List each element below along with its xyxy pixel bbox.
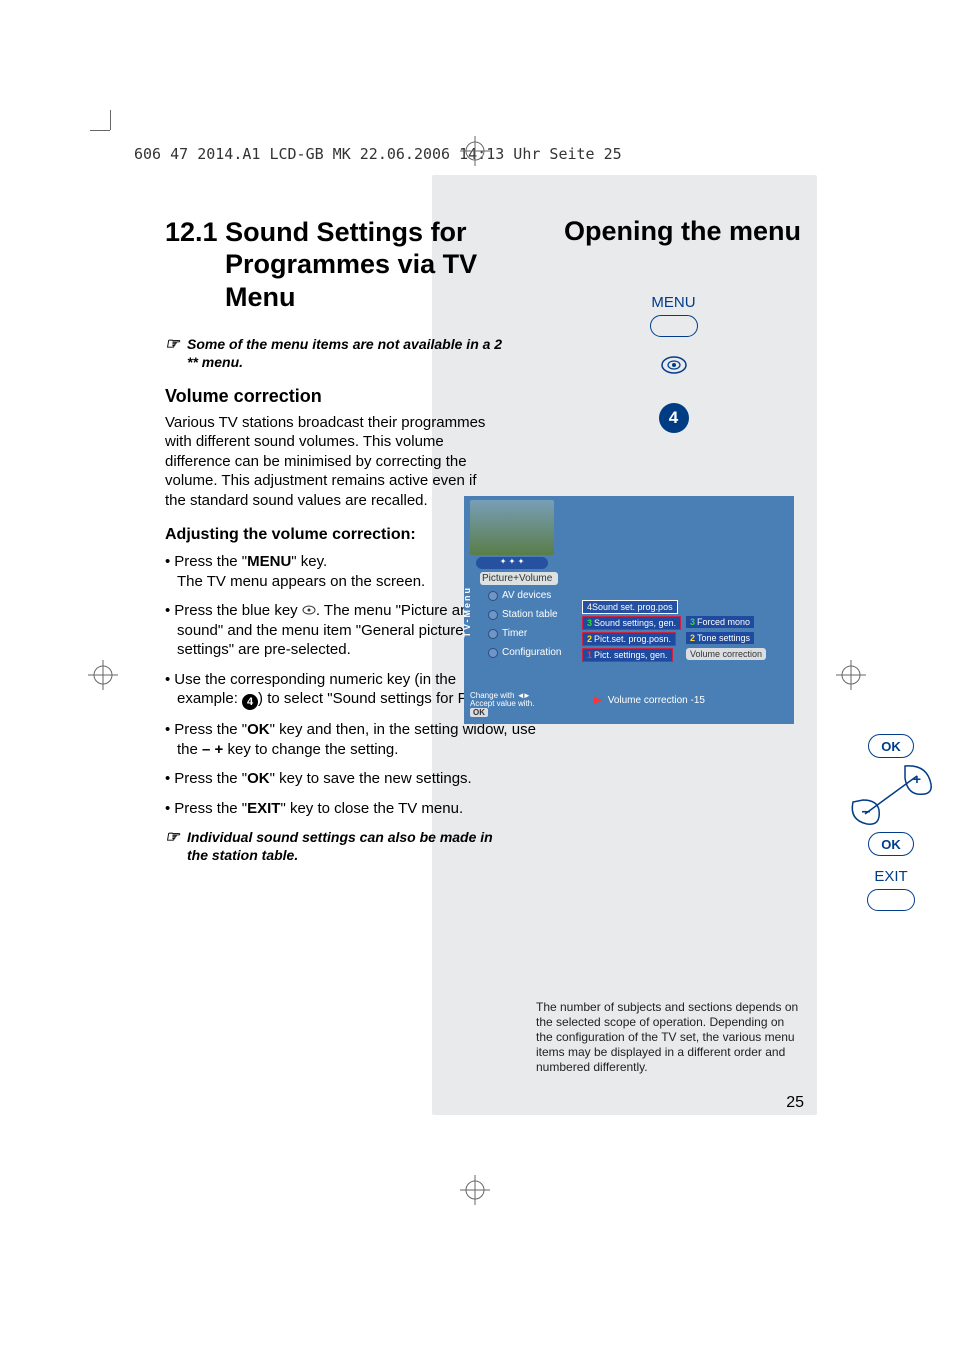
bullet-list: •Press the "MENU" key.The TV menu appear… — [165, 552, 487, 710]
list-item: •Press the "EXIT" key to close the TV me… — [165, 799, 553, 819]
submenu-item-active: Volume correction — [686, 648, 766, 660]
blue-key-icon — [660, 351, 688, 379]
list-item: •Press the "OK" key to save the new sett… — [165, 769, 553, 789]
menu-item: AV devices — [488, 590, 551, 601]
pointing-hand-icon: ☞ — [165, 335, 179, 356]
tv-menu-illustration: ✦ ✦ ✦ TV-Menu Picture+Volume AV devices … — [464, 496, 794, 724]
ok-button-icon: OK — [868, 832, 914, 856]
note2-text: Individual sound settings can also be ma… — [187, 829, 493, 863]
registration-mark-icon — [88, 660, 118, 695]
section-title: 12.1 Sound Settings for Programmes via T… — [165, 216, 535, 313]
status-line: ▶Volume correction -15 — [594, 695, 705, 706]
registration-mark-icon — [460, 1175, 490, 1210]
note-text: ☞ Individual sound settings can also be … — [187, 828, 509, 864]
play-arrow-icon: ▶ — [594, 695, 602, 706]
tv-footer: Change with ◄ ► Accept value with. OK — [470, 692, 534, 718]
section-number: 12.1 — [165, 217, 218, 247]
bullet-icon — [488, 591, 498, 601]
bullet-icon — [488, 648, 498, 658]
note1-text: Some of the menu items are not available… — [187, 336, 502, 370]
info-text: The number of subjects and sections depe… — [536, 1000, 799, 1075]
registration-mark-icon — [836, 660, 866, 695]
exit-label: EXIT — [836, 868, 946, 885]
title-line2: Programmes via TV Menu — [225, 248, 535, 313]
menu-item: Timer — [488, 628, 527, 639]
header-metadata: 606 47 2014.A1 LCD-GB MK 22.06.2006 14:1… — [134, 145, 622, 163]
right-column: MENU 4 — [546, 294, 801, 433]
list-item: •Use the corresponding numeric key (in t… — [165, 670, 487, 711]
submenu-item: 3Sound settings, gen. — [582, 616, 681, 630]
stars-icon: ✦ ✦ ✦ — [476, 557, 548, 569]
list-item: •Press the "OK" key and then, in the set… — [165, 720, 553, 759]
crop-mark — [90, 130, 110, 131]
blue-key-icon — [302, 603, 316, 617]
tv-menu-label: TV-Menu — [462, 586, 472, 638]
submenu-item: 2Tone settings — [686, 632, 754, 644]
submenu-item: 1Pict. settings, gen. — [582, 648, 673, 662]
ok-exit-diagram: OK + – OK EXIT — [836, 734, 946, 911]
exit-button-icon — [867, 889, 915, 911]
pointing-hand-icon: ☞ — [165, 828, 179, 849]
ok-button-icon: OK — [868, 734, 914, 758]
menu-button-icon — [650, 315, 698, 337]
submenu-item: 4Sound set. prog.pos — [582, 600, 678, 614]
ok-badge: OK — [470, 708, 488, 717]
list-item: •Press the "MENU" key.The TV menu appear… — [165, 552, 487, 591]
note-text: ☞ Some of the menu items are not availab… — [187, 335, 509, 371]
submenu-item: 2Pict.set. prog.posn. — [582, 632, 676, 646]
menu-label: MENU — [546, 294, 801, 311]
svg-text:–: – — [862, 803, 871, 820]
menu-item: Configuration — [488, 647, 561, 658]
tv-thumbnail — [470, 500, 554, 555]
list-item: •Press the blue key . The menu "Picture … — [165, 601, 487, 660]
bullet-icon — [488, 610, 498, 620]
menu-item: Station table — [488, 609, 558, 620]
opening-title: Opening the menu — [564, 216, 801, 247]
plus-minus-rocker-icon: + – — [847, 762, 935, 828]
bullet-list: •Press the "OK" key and then, in the set… — [165, 720, 553, 818]
page-number: 25 — [786, 1094, 804, 1112]
svg-text:+: + — [913, 771, 921, 787]
step-badge: 4 — [659, 403, 689, 433]
bullet-icon — [488, 629, 498, 639]
crop-mark — [110, 110, 111, 130]
submenu-item: 3Forced mono — [686, 616, 754, 628]
menu-item: Picture+Volume — [480, 572, 558, 585]
step-badge: 4 — [242, 694, 258, 710]
registration-mark-icon — [460, 136, 490, 171]
title-line1: Sound Settings for — [225, 217, 466, 247]
paragraph: Various TV stations broadcast their prog… — [165, 413, 497, 511]
